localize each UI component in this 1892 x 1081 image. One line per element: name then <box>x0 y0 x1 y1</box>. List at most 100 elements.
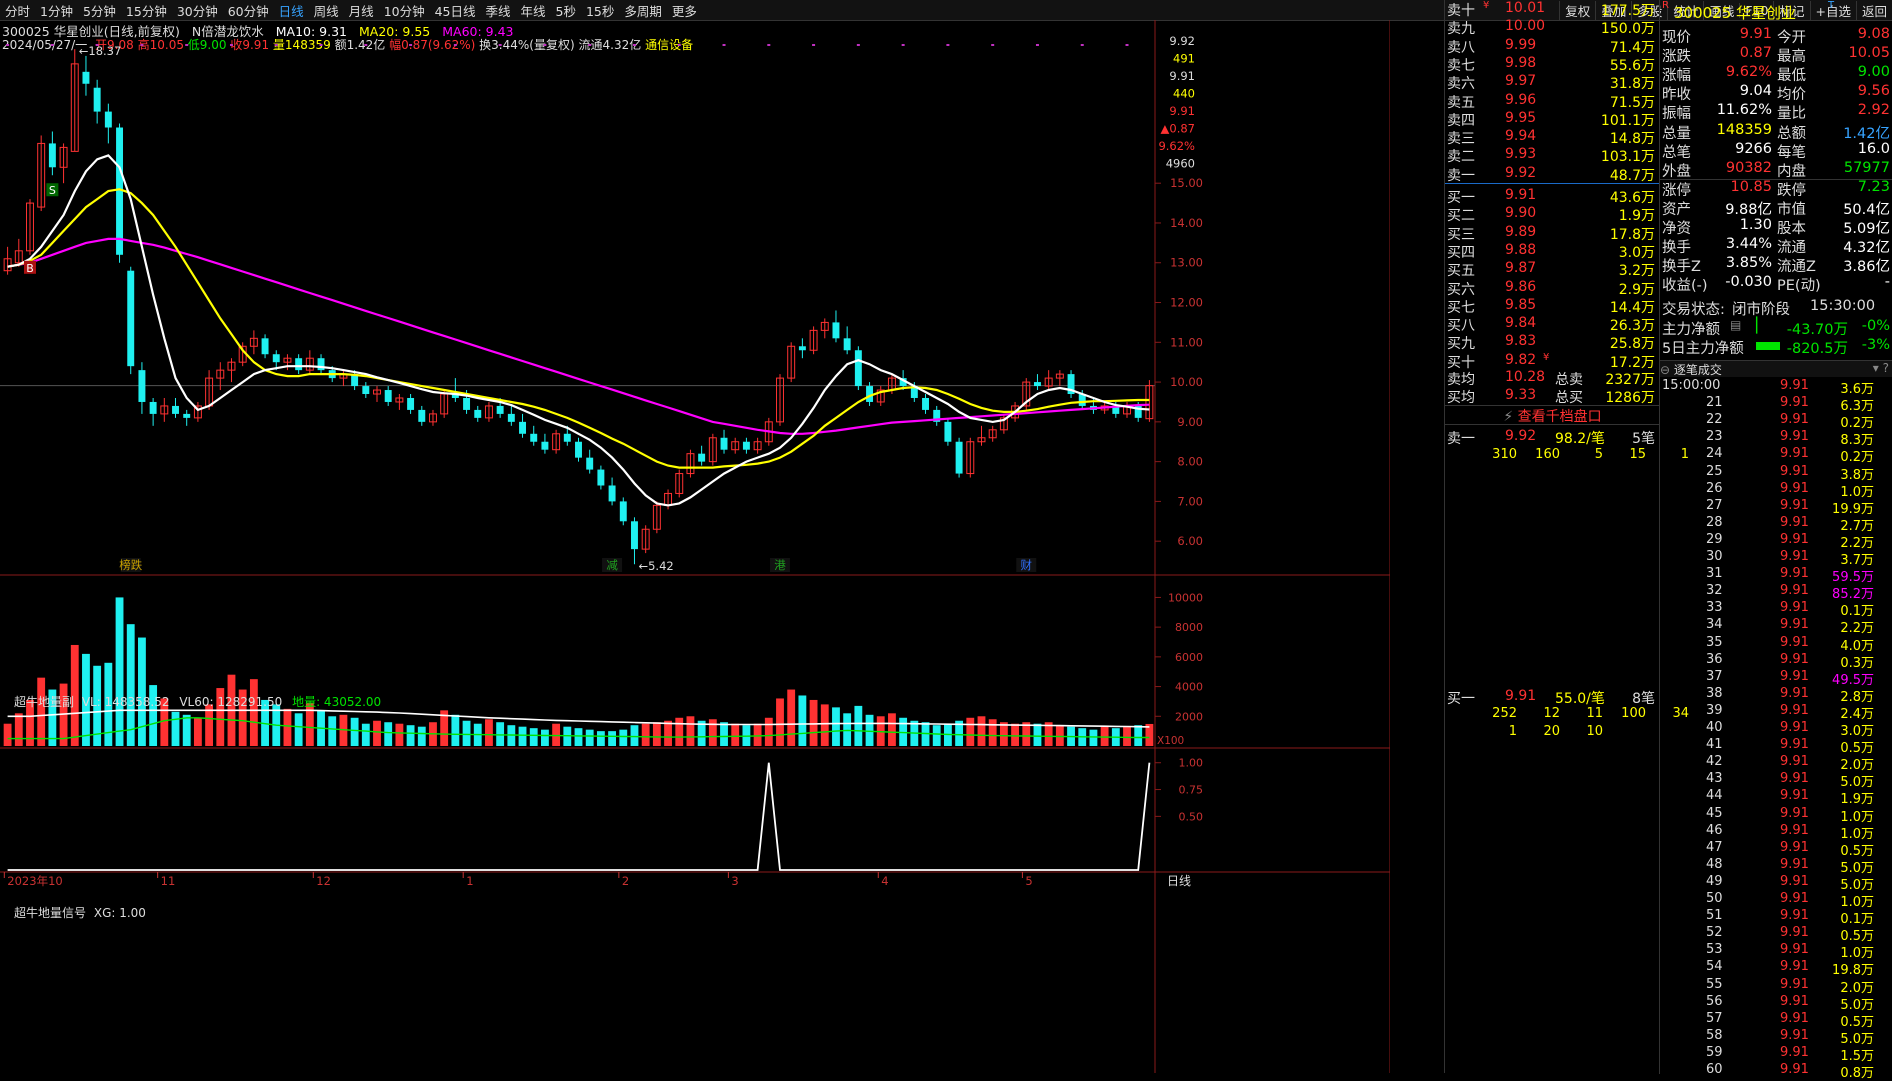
quote-label: 涨幅 <box>1662 68 1691 85</box>
ask-avg-label: 卖均 <box>1447 372 1475 388</box>
candle-body <box>183 413 191 418</box>
quote-row: 净资 1.30 股本 5.09亿 <box>1660 217 1890 237</box>
volume-bar <box>608 731 617 746</box>
ask-price: 10.01 <box>1505 0 1546 16</box>
tick-time: 34 <box>1706 617 1723 633</box>
quote-value: 9.91 <box>1739 26 1772 42</box>
quote-title: 300025 华星创业 <box>1674 4 1797 22</box>
event-label[interactable]: 榜跌 <box>119 558 142 572</box>
tick-price: 9.91 <box>1780 378 1809 393</box>
quote-value: 57977 <box>1843 159 1890 176</box>
quote-label: 流通Z <box>1777 259 1816 276</box>
candle-body <box>541 441 549 450</box>
volume-bar <box>641 723 650 746</box>
period-tab-4[interactable]: 30分钟 <box>172 1 223 20</box>
quote-label: 外盘 <box>1662 163 1691 180</box>
period-indicator[interactable]: 日线 <box>1167 874 1191 888</box>
tick-time: 29 <box>1706 531 1723 547</box>
period-tab-16[interactable]: 更多 <box>667 1 702 20</box>
event-label[interactable]: 财 <box>1021 558 1033 572</box>
candle-body <box>127 270 135 367</box>
ask-price: 9.98 <box>1505 54 1537 71</box>
period-tab-11[interactable]: 季线 <box>481 1 516 20</box>
quote-label: 总额 <box>1777 125 1806 142</box>
candle-body <box>854 350 862 387</box>
tick-row: 47 9.91 0.5万 <box>1660 840 1890 859</box>
volume-axis-label: 10000 <box>1168 591 1203 604</box>
period-tab-3[interactable]: 15分钟 <box>121 1 172 20</box>
month-label: 1 <box>466 874 473 888</box>
volume-bar <box>1055 725 1064 746</box>
period-tab-9[interactable]: 10分钟 <box>379 1 430 20</box>
tick-row: 45 9.91 1.0万 <box>1660 806 1890 825</box>
volume-bar <box>798 695 807 746</box>
tick-price: 9.91 <box>1780 891 1809 906</box>
event-label[interactable]: 减 <box>606 558 618 572</box>
period-tab-1[interactable]: 1分钟 <box>35 1 78 20</box>
tick-price: 9.91 <box>1780 856 1809 872</box>
volume-bar <box>664 720 672 746</box>
view-depth-button[interactable]: ⚡ 查看千档盘口 <box>1445 405 1660 425</box>
volume-bar <box>596 731 605 746</box>
quote-tag: T <box>1828 0 1835 11</box>
main-net5-value: -820.5万 <box>1786 341 1848 357</box>
tick-price: 9.91 <box>1780 480 1809 496</box>
period-tab-2[interactable]: 5分钟 <box>78 1 121 20</box>
period-tab-14[interactable]: 15秒 <box>581 1 619 20</box>
tick-time: 54 <box>1706 959 1723 975</box>
candle-body <box>48 143 56 168</box>
ask-row: 卖一 9.92 48.7万 <box>1445 165 1655 184</box>
period-tab-8[interactable]: 月线 <box>344 1 379 20</box>
event-label[interactable]: 港 <box>774 558 786 572</box>
ask-volume: 71.4万 <box>1609 39 1655 56</box>
marker-dot <box>140 44 144 46</box>
candle-body <box>261 338 269 355</box>
tick-time: 27 <box>1706 497 1723 513</box>
ask-row: 卖九 10.00 150.0万 <box>1445 18 1655 38</box>
queue-order: 160 <box>1535 447 1560 462</box>
ask-label: 卖七 <box>1447 57 1475 74</box>
volume-bar <box>451 714 460 746</box>
tick-price: 9.91 <box>1780 702 1809 718</box>
quote-divider <box>1660 179 1892 180</box>
period-tab-15[interactable]: 多周期 <box>619 1 667 20</box>
candle-body <box>474 409 482 418</box>
ask-volume: 150.0万 <box>1600 21 1655 38</box>
period-tab-0[interactable]: 分时 <box>0 1 35 20</box>
tick-price: 9.91 <box>1780 531 1809 547</box>
quote-mini-label: 9.62% <box>1158 139 1195 153</box>
period-tab-10[interactable]: 45日线 <box>430 1 481 20</box>
bid-price: 9.88 <box>1505 241 1537 258</box>
quote-value: 1.30 <box>1739 217 1772 233</box>
period-tab-12[interactable]: 年线 <box>516 1 551 20</box>
period-tab-7[interactable]: 周线 <box>309 1 344 20</box>
month-label: 4 <box>881 874 888 888</box>
view-depth-label: 查看千档盘口 <box>1517 409 1602 425</box>
bid-row: 买八 9.84 26.3万 <box>1445 315 1655 334</box>
volume-bar <box>888 713 896 746</box>
tick-row: 56 9.91 5.0万 <box>1660 994 1890 1013</box>
volume-vl: VL: 148358.52 <box>81 695 170 709</box>
period-tab-5[interactable]: 60分钟 <box>223 1 274 20</box>
tick-price: 9.91 <box>1780 1010 1809 1026</box>
tick-time: 51 <box>1706 908 1723 924</box>
price-axis-label: 13.00 <box>1170 256 1203 270</box>
tick-price: 9.91 <box>1780 771 1809 787</box>
volume-bar <box>1134 725 1143 746</box>
quote-value: 10.85 <box>1730 178 1772 195</box>
candle-body <box>586 457 594 470</box>
volume-diliang: 地量: 43052.00 <box>292 695 382 709</box>
bid-row: 买二 9.90 1.9万 <box>1445 205 1655 225</box>
signal-axis-label: 1.00 <box>1179 757 1204 770</box>
quote-value: 50.4亿 <box>1843 201 1890 218</box>
tick-time: 30 <box>1706 549 1723 564</box>
period-tab-6[interactable]: 日线 <box>274 1 309 20</box>
bid-volume: 1.9万 <box>1618 208 1655 225</box>
period-tab-13[interactable]: 5秒 <box>551 1 581 20</box>
quote-value: 2.92 <box>1857 102 1890 119</box>
buy-signal-label: B <box>26 262 34 275</box>
queue-order: 15 <box>1629 447 1646 462</box>
kline-chart[interactable]: 15.0014.0013.0012.0011.0010.009.008.007.… <box>0 20 1390 1073</box>
queue-order: 100 <box>1621 706 1646 721</box>
quote-value: 11.62% <box>1716 102 1772 119</box>
